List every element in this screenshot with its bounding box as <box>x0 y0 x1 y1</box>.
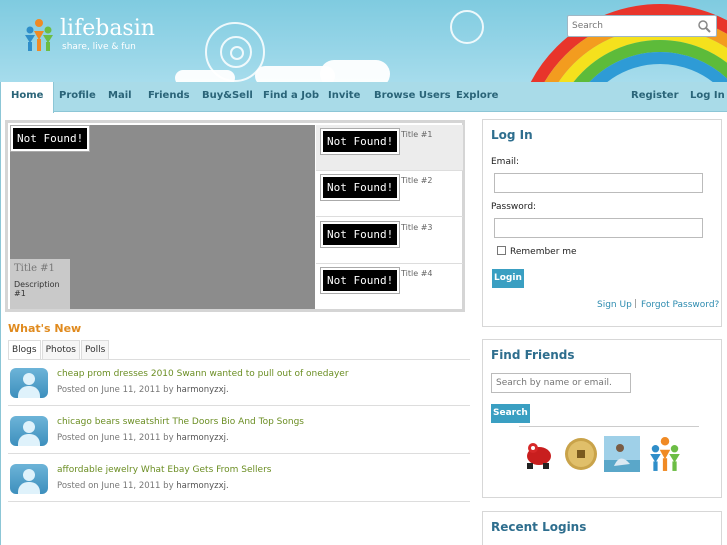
list-item: affordable jewelry What Ebay Gets From S… <box>8 456 470 502</box>
thumb-not-found-label: Not Found! <box>319 128 401 155</box>
featured-slider: Not Found! Title #1 Description #1 Not F… <box>5 120 465 312</box>
tab-photos[interactable]: Photos <box>41 340 80 359</box>
thumb-title: Title #1 <box>401 130 433 139</box>
forgot-password-link[interactable]: Forgot Password? <box>641 300 719 310</box>
user-avatar-icon[interactable] <box>10 368 48 398</box>
brand-name: lifebasin <box>60 16 155 41</box>
email-label: Email: <box>491 157 520 167</box>
friend-search-button[interactable]: Search <box>491 404 530 423</box>
search-input[interactable] <box>568 16 693 36</box>
search-icon[interactable] <box>697 19 711 33</box>
post-title-link[interactable]: chicago bears sweatshirt The Doors Bio A… <box>57 417 304 427</box>
recent-logins-title: Recent Logins <box>491 520 587 534</box>
tab-blogs[interactable]: Blogs <box>8 340 41 359</box>
recent-logins-panel: Recent Logins <box>482 511 722 545</box>
user-avatar-icon[interactable] <box>10 464 48 494</box>
cloud-decoration <box>320 60 390 82</box>
nav-browse-users[interactable]: Browse Users <box>374 82 451 112</box>
logo[interactable]: lifebasin share, live & fun <box>22 18 155 52</box>
thumb-not-found-label: Not Found! <box>319 174 401 201</box>
password-label: Password: <box>491 202 537 212</box>
find-friends-title: Find Friends <box>491 348 575 362</box>
cloud-decoration <box>175 70 235 82</box>
nav-log-in[interactable]: Log In <box>690 82 725 112</box>
main-nav: Home Profile Mail Friends Buy&Sell Find … <box>0 82 727 113</box>
slider-thumb-2[interactable]: Not Found! Title #2 <box>316 171 463 217</box>
link-separator: | <box>634 299 638 309</box>
post-title-link[interactable]: cheap prom dresses 2010 Swann wanted to … <box>57 369 349 379</box>
find-friends-panel: Find Friends Search <box>482 339 722 498</box>
post-title-link[interactable]: affordable jewelry What Ebay Gets From S… <box>57 465 271 475</box>
thumb-not-found-label: Not Found! <box>319 221 401 248</box>
thumb-not-found-label: Not Found! <box>319 267 401 294</box>
sign-up-link[interactable]: Sign Up <box>597 300 632 310</box>
brand-tagline: share, live & fun <box>62 42 136 52</box>
tab-polls[interactable]: Polls <box>80 340 110 359</box>
post-author-link[interactable]: harmonyzxj. <box>176 433 228 443</box>
whats-new-title: What's New <box>8 322 82 335</box>
red-robot-avatar-icon[interactable] <box>521 436 557 472</box>
slider-thumb-1[interactable]: Not Found! Title #1 <box>316 125 463 171</box>
header: lifebasin share, live & fun <box>0 0 727 82</box>
whats-new-tabs: Blogs Photos Polls <box>8 340 110 359</box>
login-title: Log In <box>491 128 533 142</box>
post-author-link[interactable]: harmonyzxj. <box>176 481 228 491</box>
divider <box>519 426 699 427</box>
password-field[interactable] <box>494 218 703 238</box>
nav-friends[interactable]: Friends <box>148 82 190 112</box>
post-date: Posted on June 11, 2011 by <box>57 433 177 443</box>
slider-thumb-3[interactable]: Not Found! Title #3 <box>316 218 463 264</box>
post-meta: Posted on June 11, 2011 by harmonyzxj. <box>57 433 229 443</box>
slide-main-image[interactable]: Not Found! Title #1 Description #1 <box>9 125 315 309</box>
list-item: chicago bears sweatshirt The Doors Bio A… <box>8 408 470 454</box>
swirl-decoration <box>230 46 244 60</box>
thumb-title: Title #3 <box>401 223 433 232</box>
post-date: Posted on June 11, 2011 by <box>57 481 177 491</box>
nav-find-a-job[interactable]: Find a Job <box>263 82 319 112</box>
friend-search-input[interactable] <box>491 373 631 393</box>
nav-buy-sell[interactable]: Buy&Sell <box>202 82 253 112</box>
rainbow-decoration <box>530 4 727 82</box>
remember-me-checkbox[interactable] <box>497 246 506 255</box>
post-author-link[interactable]: harmonyzxj. <box>176 385 228 395</box>
page-border <box>0 112 1 545</box>
login-button[interactable]: Login <box>492 269 524 288</box>
nav-profile[interactable]: Profile <box>59 82 96 112</box>
nav-mail[interactable]: Mail <box>108 82 132 112</box>
nav-register[interactable]: Register <box>631 82 679 112</box>
nav-home[interactable]: Home <box>0 82 55 113</box>
slide-title: Title #1 <box>14 263 55 274</box>
coin-avatar-icon[interactable] <box>563 436 599 472</box>
header-search <box>567 15 717 37</box>
slider-thumb-4[interactable]: Not Found! Title #4 <box>316 264 463 310</box>
email-field[interactable] <box>494 173 703 193</box>
nav-invite[interactable]: Invite <box>328 82 360 112</box>
user-avatar-icon[interactable] <box>10 416 48 446</box>
slide-description: Description #1 <box>14 280 60 298</box>
lifebasin-logo-avatar-icon[interactable] <box>647 436 683 472</box>
post-meta: Posted on June 11, 2011 by harmonyzxj. <box>57 481 229 491</box>
thumb-title: Title #2 <box>401 176 433 185</box>
lifebasin-logo-icon <box>25 19 53 51</box>
post-meta: Posted on June 11, 2011 by harmonyzxj. <box>57 385 229 395</box>
thumb-title: Title #4 <box>401 269 433 278</box>
login-panel: Log In Email: Password: Remember me Logi… <box>482 119 722 327</box>
image-not-found-label: Not Found! <box>9 125 91 152</box>
swirl-decoration <box>450 10 484 44</box>
post-date: Posted on June 11, 2011 by <box>57 385 177 395</box>
list-item: cheap prom dresses 2010 Swann wanted to … <box>8 360 470 406</box>
photo-avatar-icon[interactable] <box>604 436 640 472</box>
slide-caption: Title #1 Description #1 <box>10 259 70 309</box>
remember-me-label: Remember me <box>510 247 577 257</box>
nav-explore[interactable]: Explore <box>456 82 498 112</box>
